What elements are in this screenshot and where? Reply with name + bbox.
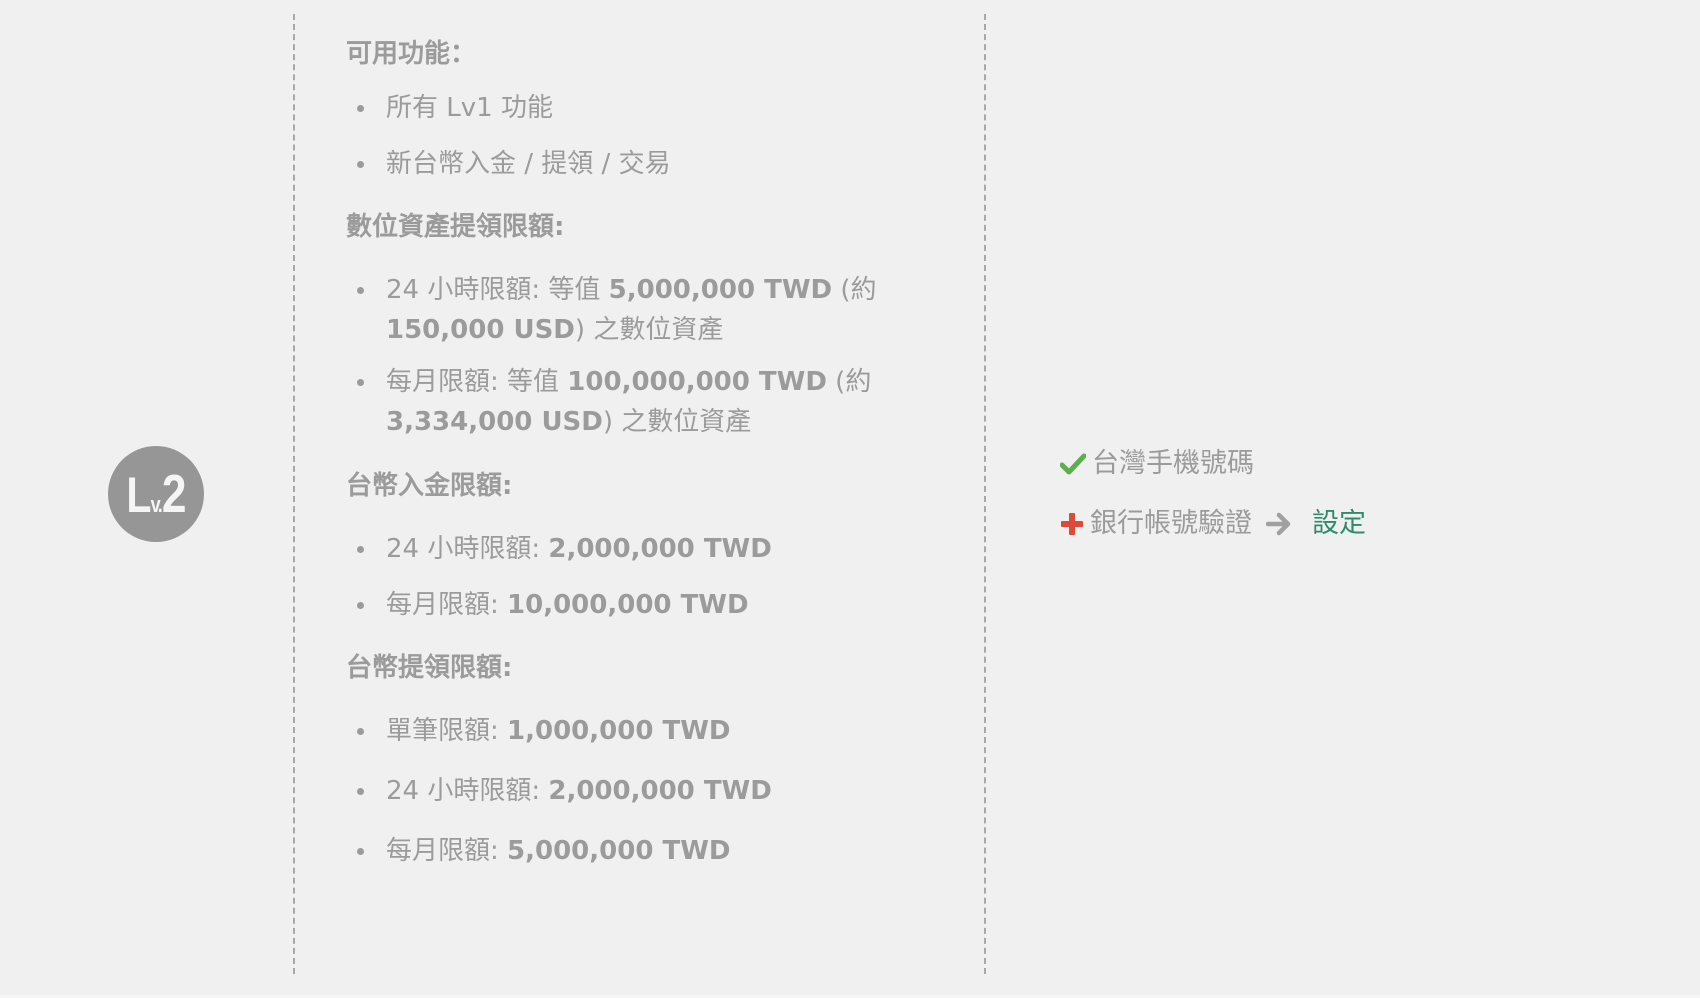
twd-deposit-title: 台幣入金限額: <box>346 471 513 501</box>
crypto-limits-title: 數位資產提領限額: <box>346 212 565 242</box>
list-item: 每月限額: 5,000,000 TWD <box>346 831 976 871</box>
list-item: 每月限額: 10,000,000 TWD <box>346 585 976 625</box>
badge-letter-v: v. <box>150 492 163 517</box>
limit-label: 24 小時限額: 等值 <box>386 275 609 305</box>
limit-label: 每月限額: 等值 <box>386 367 568 397</box>
twd-withdraw-list: 單筆限額: 1,000,000 TWD 24 小時限額: 2,000,000 T… <box>346 711 976 871</box>
limit-suffix: ) 之數位資產 <box>602 407 752 437</box>
list-item: 24 小時限額: 等值 5,000,000 TWD (約 150,000 USD… <box>346 270 976 350</box>
limit-amount-usd: 150,000 USD <box>386 315 575 345</box>
limit-amount: 1,000,000 TWD <box>507 716 731 746</box>
limit-amount: 100,000,000 TWD <box>567 367 827 397</box>
feature-text: 所有 Lv1 功能 <box>386 93 553 123</box>
level-2-badge: Lv. 2 <box>108 446 204 542</box>
level-details: 可用功能： 所有 Lv1 功能 新台幣入金 / 提領 / 交易 數位資產提領限額… <box>346 36 976 871</box>
limit-label: 24 小時限額: <box>386 534 549 564</box>
limit-suffix: ) 之數位資產 <box>574 315 724 345</box>
bank-setup-link[interactable]: 設定 <box>1312 504 1366 544</box>
feature-text: 新台幣入金 / 提領 / 交易 <box>386 149 671 179</box>
limit-label: 單筆限額: <box>386 716 508 746</box>
requirement-bank-label: 銀行帳號驗證 <box>1090 508 1252 539</box>
twd-withdraw-title: 台幣提領限額: <box>346 653 513 683</box>
list-item: 24 小時限額: 2,000,000 TWD <box>346 529 976 569</box>
twd-deposit-list: 24 小時限額: 2,000,000 TWD 每月限額: 10,000,000 … <box>346 529 976 625</box>
limit-label: 每月限額: <box>386 836 508 866</box>
features-title: 可用功能： <box>346 39 477 69</box>
badge-letter-l: L <box>126 467 152 523</box>
left-dashed-divider <box>293 14 295 974</box>
limit-amount: 2,000,000 TWD <box>548 534 772 564</box>
limit-label: 每月限額: <box>386 590 508 620</box>
list-item: 新台幣入金 / 提領 / 交易 <box>346 144 976 184</box>
limit-approx: (約 <box>826 367 872 397</box>
right-dashed-divider <box>984 14 986 974</box>
limit-amount-usd: 3,334,000 USD <box>386 407 603 437</box>
list-item: 單筆限額: 1,000,000 TWD <box>346 711 976 751</box>
badge-number: 2 <box>162 464 187 524</box>
limit-approx: (約 <box>832 275 877 305</box>
page: Lv. 2 可用功能： 所有 Lv1 功能 新台幣入金 / 提領 / 交易 數位資… <box>0 0 1700 998</box>
features-list: 所有 Lv1 功能 新台幣入金 / 提領 / 交易 <box>346 88 976 184</box>
requirement-phone: 台灣手機號碼 <box>1060 444 1254 484</box>
list-item: 24 小時限額: 2,000,000 TWD <box>346 771 976 811</box>
list-item: 每月限額: 等值 100,000,000 TWD (約 3,334,000 US… <box>346 362 976 442</box>
plus-icon <box>1061 513 1083 535</box>
arrow-right-icon <box>1266 512 1291 536</box>
limit-amount: 10,000,000 TWD <box>507 590 749 620</box>
requirement-phone-label: 台灣手機號碼 <box>1092 448 1254 479</box>
limit-amount: 2,000,000 TWD <box>548 776 772 806</box>
limit-amount: 5,000,000 TWD <box>507 836 731 866</box>
check-icon <box>1060 453 1086 475</box>
badge-label: Lv. 2 <box>126 464 187 524</box>
requirement-bank: 銀行帳號驗證 設定 <box>1060 504 1366 544</box>
list-item: 所有 Lv1 功能 <box>346 88 976 128</box>
crypto-limits-list: 24 小時限額: 等值 5,000,000 TWD (約 150,000 USD… <box>346 270 976 442</box>
limit-label: 24 小時限額: <box>386 776 549 806</box>
limit-amount: 5,000,000 TWD <box>608 275 833 305</box>
